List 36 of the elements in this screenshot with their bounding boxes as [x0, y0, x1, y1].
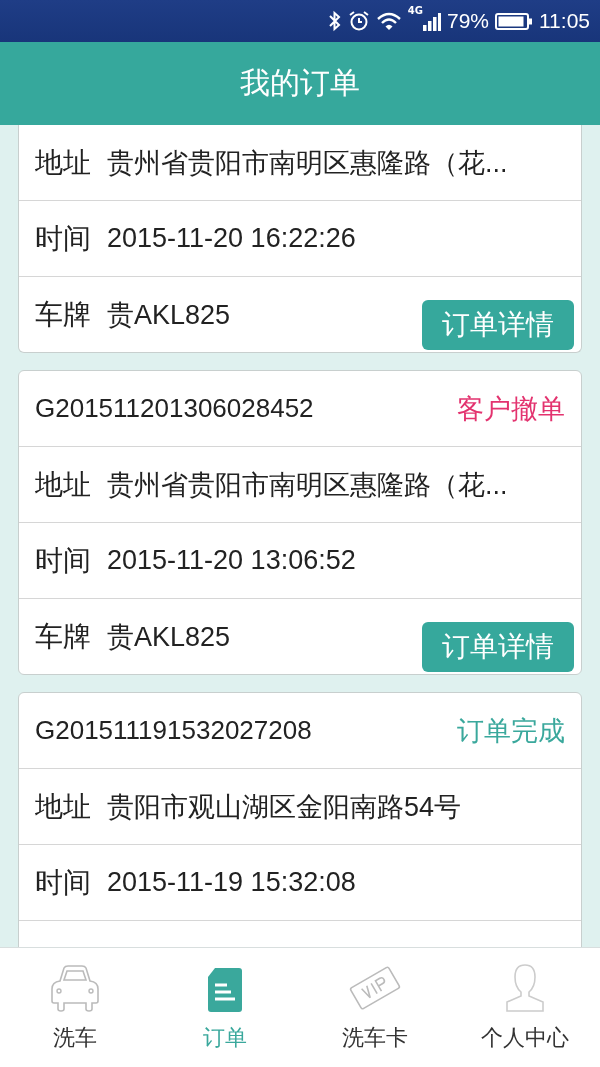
time-value: 2015-11-19 15:32:08	[107, 867, 356, 898]
field-label: 时间	[35, 864, 91, 901]
battery-icon	[495, 11, 533, 31]
page-title: 我的订单	[240, 64, 360, 102]
clock: 11:05	[539, 9, 590, 33]
car-icon	[48, 963, 102, 1013]
order-status: 订单完成	[457, 713, 565, 748]
network-label: 4G	[407, 5, 423, 16]
bluetooth-icon	[327, 10, 342, 32]
plate-value: 贵AKL825	[107, 620, 231, 654]
address-value: 贵州省贵阳市南明区惠隆路（花...	[107, 146, 508, 180]
field-label: 时间	[35, 542, 91, 579]
wifi-icon	[375, 10, 402, 32]
signal-icon	[422, 10, 441, 32]
nav-tab[interactable]: 洗车	[0, 948, 150, 1067]
address-value: 贵州省贵阳市南明区惠隆路（花...	[107, 468, 508, 502]
document-icon	[205, 967, 245, 1013]
order-number: G201511191532027208	[35, 715, 313, 746]
alarm-icon	[347, 10, 370, 32]
address-value: 贵阳市观山湖区金阳南路54号	[107, 790, 462, 824]
order-number: G201511201306028452	[35, 393, 315, 424]
field-label: 地址	[35, 788, 91, 825]
person-icon	[503, 963, 547, 1013]
plate-value: 贵AKL825	[107, 298, 231, 332]
field-label: 车牌	[35, 618, 91, 655]
battery-percent: 79%	[446, 9, 489, 33]
nav-tab[interactable]: 洗车卡	[300, 948, 450, 1067]
nav-tab[interactable]: 个人中心	[450, 948, 600, 1067]
field-label: 地址	[35, 144, 91, 181]
field-label: 时间	[35, 220, 91, 257]
field-label: 地址	[35, 466, 91, 503]
order-status: 客户撤单	[457, 391, 565, 426]
time-value: 2015-11-20 13:06:52	[107, 545, 356, 576]
vip-card-icon	[347, 963, 403, 1013]
time-value: 2015-11-20 16:22:26	[107, 223, 356, 254]
field-label: 车牌	[35, 296, 91, 333]
